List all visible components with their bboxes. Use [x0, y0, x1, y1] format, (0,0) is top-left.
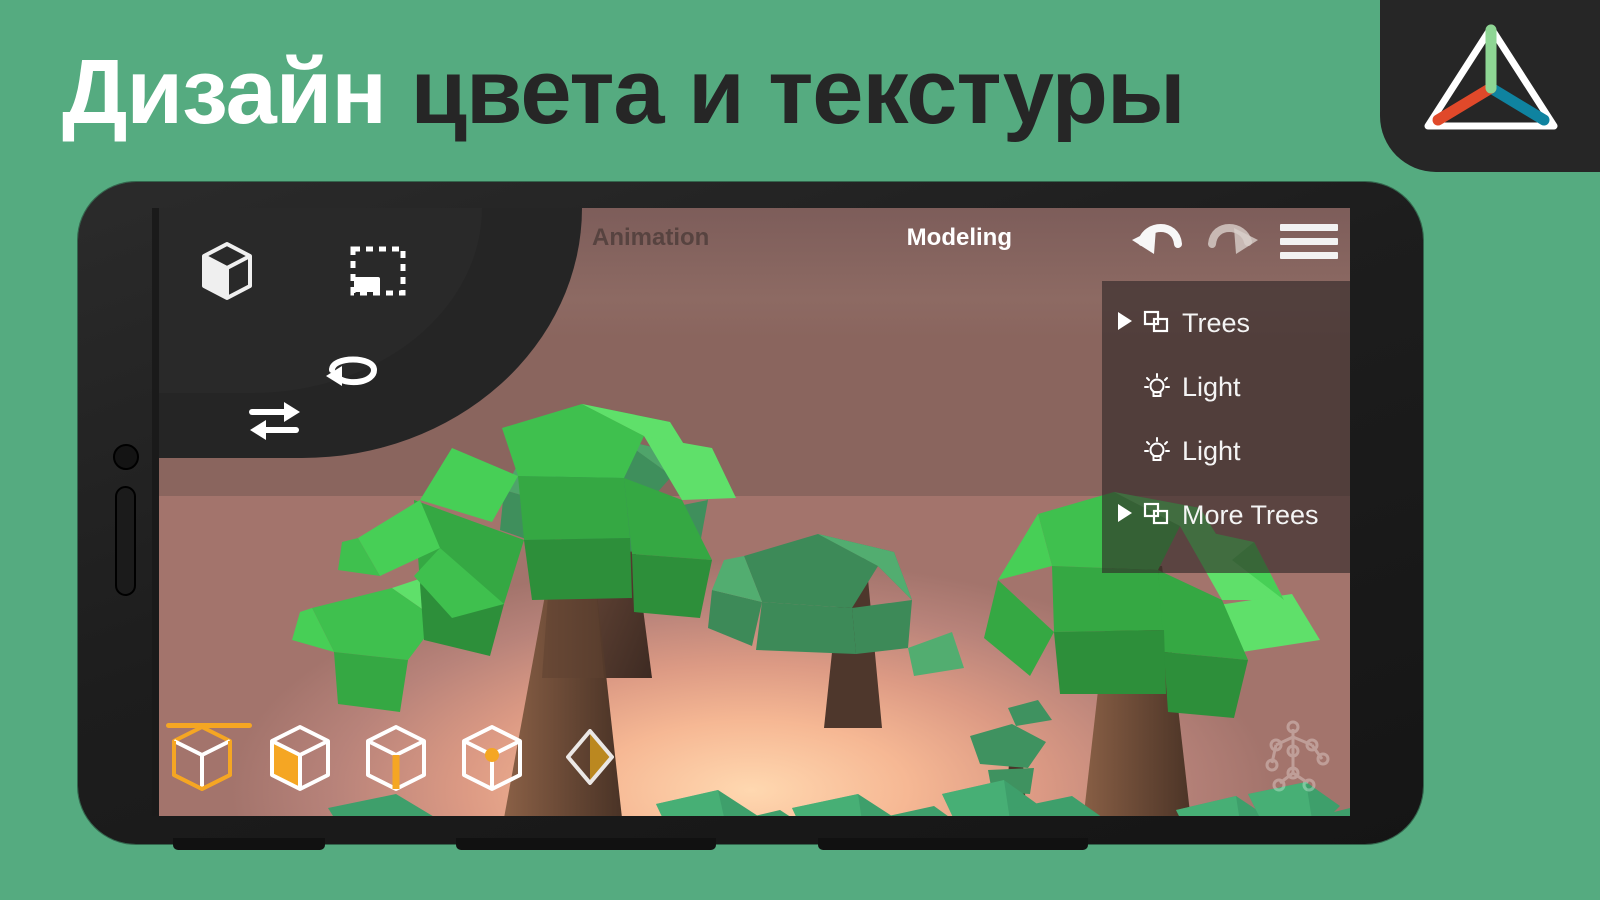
page-title: Дизайн цвета и текстуры	[62, 46, 1186, 138]
screen-left-edge	[152, 208, 159, 816]
edge-mode-icon[interactable]	[360, 721, 432, 800]
outliner-item-label: Light	[1182, 435, 1241, 466]
app-logo-badge	[1380, 0, 1600, 172]
mode-tabs: Animation Modeling	[592, 224, 1012, 252]
phone-foot	[818, 838, 1088, 850]
rotate-icon[interactable]	[322, 348, 384, 401]
phone-mockup: Animation Modeling Trees Light Light Mor…	[78, 182, 1423, 850]
outliner-item-light-1[interactable]: Light	[1102, 355, 1350, 419]
3d-axis-gizmo-logo	[1424, 24, 1558, 130]
armature-rig-icon[interactable]	[1254, 715, 1332, 798]
outliner-item-light-2[interactable]: Light	[1102, 419, 1350, 483]
cube-icon[interactable]	[196, 240, 258, 309]
phone-screen: Animation Modeling Trees Light Light Mor…	[152, 208, 1350, 816]
group-icon	[1143, 310, 1173, 336]
page-title-white: Дизайн	[62, 41, 387, 143]
volume-button[interactable]	[115, 486, 136, 596]
bottom-toolbar	[152, 706, 1350, 816]
face-mode-icon[interactable]	[264, 721, 336, 800]
phone-foot	[173, 838, 325, 850]
vertex-mode-icon[interactable]	[456, 721, 528, 800]
redo-icon[interactable]	[1204, 216, 1262, 267]
outliner-item-label: More Trees	[1182, 499, 1319, 530]
marquee-select-icon[interactable]	[350, 246, 406, 301]
chevron-right-icon[interactable]	[1116, 308, 1134, 339]
outliner-panel: Trees Light Light More Trees	[1102, 281, 1350, 573]
outliner-item-label: Trees	[1182, 307, 1251, 338]
outliner-item-more-trees[interactable]: More Trees	[1102, 483, 1350, 547]
phone-foot	[456, 838, 716, 850]
move-arrows-icon[interactable]	[246, 398, 302, 447]
chevron-right-icon[interactable]	[1116, 500, 1134, 531]
hamburger-menu-icon[interactable]	[1280, 224, 1338, 259]
tab-animation[interactable]: Animation	[592, 224, 709, 252]
page-title-dark: цвета и текстуры	[410, 41, 1185, 143]
tab-modeling[interactable]: Modeling	[907, 224, 1012, 252]
light-bulb-icon	[1143, 373, 1173, 401]
light-bulb-icon	[1143, 437, 1173, 465]
group-icon	[1143, 502, 1173, 528]
outliner-item-trees[interactable]: Trees	[1102, 291, 1350, 355]
object-mode-icon[interactable]	[166, 721, 238, 800]
material-diamond-icon[interactable]	[558, 725, 622, 794]
undo-icon[interactable]	[1128, 216, 1186, 267]
outliner-item-label: Light	[1182, 371, 1241, 402]
top-right-controls	[1128, 216, 1338, 267]
front-camera	[113, 444, 139, 470]
